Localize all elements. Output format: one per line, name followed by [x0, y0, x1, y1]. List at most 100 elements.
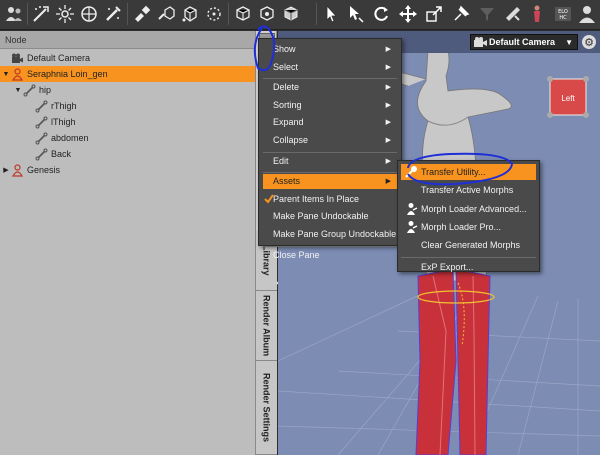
- menu-item-show[interactable]: Show ▶: [263, 42, 397, 57]
- scale-icon[interactable]: [423, 3, 445, 25]
- tab-render-album[interactable]: Render Album: [256, 291, 277, 361]
- menu-item-delete[interactable]: Delete ▶: [263, 80, 397, 95]
- menu-item-make-pane-undockable[interactable]: Make Pane Undockable: [263, 209, 397, 224]
- scene-pane: Node Default Camera ▼ Seraphnia Loin_gen ▼ h…: [0, 31, 255, 455]
- submenu-item-label: Clear Generated Morphs: [421, 240, 521, 251]
- tree-row[interactable]: ▶ Genesis: [0, 162, 255, 178]
- submenu-arrow-icon: ▶: [385, 137, 391, 144]
- cube-move-icon[interactable]: [256, 3, 278, 25]
- menu-item-label: Edit: [273, 155, 289, 166]
- view-cube-label: Left: [561, 94, 575, 103]
- surface-brush-icon[interactable]: [131, 3, 153, 25]
- submenu-arrow-icon: ▶: [385, 157, 391, 165]
- menu-separator: [401, 256, 536, 258]
- render-icon[interactable]: [502, 3, 524, 25]
- menu-item-edit[interactable]: Edit ▶: [263, 154, 397, 169]
- collapsed-arrow-icon[interactable]: ▶: [2, 166, 10, 174]
- menu-item-select[interactable]: Select ▶: [263, 60, 397, 75]
- menu-item-label: Delete: [273, 82, 300, 93]
- tree-row[interactable]: ▼ Seraphnia Loin_gen: [0, 66, 255, 82]
- translate-icon[interactable]: [344, 3, 366, 25]
- menu-item-label: Show: [273, 44, 296, 54]
- expanded-arrow-icon[interactable]: ▼: [14, 87, 22, 94]
- gear-icon[interactable]: ⚙: [582, 35, 596, 49]
- transfer-icon: [404, 165, 418, 179]
- camera-select-label: Default Camera: [489, 37, 556, 47]
- node-weight-icon[interactable]: [78, 3, 100, 25]
- tree-row-label: rThigh: [51, 101, 77, 111]
- tree-row[interactable]: Default Camera: [0, 50, 255, 66]
- region-icon[interactable]: [203, 3, 225, 25]
- bone-icon: [34, 116, 48, 129]
- rotate-icon[interactable]: [370, 3, 392, 25]
- submenu-arrow-icon: ▶: [385, 119, 391, 127]
- menu-item-label: Sorting: [273, 99, 302, 110]
- menu-item-label: Expand: [273, 117, 304, 128]
- menu-item-close-pane[interactable]: Close Pane: [263, 248, 397, 263]
- menu-item-expand[interactable]: Expand ▶: [263, 115, 397, 130]
- scene-column-header[interactable]: Node: [0, 31, 255, 49]
- submenu-item-morph-loader-pro[interactable]: Morph Loader Pro...: [401, 219, 536, 235]
- submenu-item-transfer-utility[interactable]: Transfer Utility...: [401, 164, 536, 180]
- morph-icon: [404, 220, 418, 234]
- cube-rotate-icon[interactable]: [280, 3, 302, 25]
- funnel-icon[interactable]: [476, 3, 498, 25]
- chevron-down-icon: ▼: [565, 37, 573, 47]
- menu-item-label: Select: [273, 61, 299, 72]
- tree-row-label: abdomen: [51, 133, 89, 143]
- submenu-arrow-icon: ▶: [385, 84, 391, 92]
- figure-icon[interactable]: [526, 3, 548, 25]
- move-arrows-icon[interactable]: [397, 3, 419, 25]
- pane-context-menu: Show ▶ Select ▶ Delete ▶ Sorting ▶ Expand ▶ Collap…: [258, 38, 402, 260]
- submenu-arrow-icon: ▶: [385, 63, 391, 71]
- tree-row[interactable]: abdomen: [0, 130, 255, 146]
- cube-select-icon[interactable]: [232, 3, 254, 25]
- submenu-item-label: Morph Loader Advanced...: [421, 203, 527, 214]
- menu-item-label: Collapse: [273, 135, 309, 145]
- universal-icon[interactable]: [54, 3, 76, 25]
- submenu-item-morph-loader-advanced[interactable]: Morph Loader Advanced...: [401, 201, 536, 217]
- pose-tool-icon[interactable]: [102, 3, 124, 25]
- menu-item-assets[interactable]: Assets ▶: [263, 174, 397, 190]
- tree-row[interactable]: rThigh: [0, 98, 255, 114]
- submenu-arrow-icon: ▶: [385, 46, 391, 53]
- tree-row[interactable]: ▼ hip: [0, 82, 255, 98]
- tab-render-settings[interactable]: Render Settings: [256, 361, 277, 455]
- menu-item-collapse[interactable]: Collapse ▶: [263, 133, 397, 148]
- menu-item-label: Parent Items In Place: [273, 193, 360, 204]
- camera-select[interactable]: Default Camera ▼: [470, 34, 578, 50]
- cursor-icon[interactable]: [320, 3, 342, 25]
- main-toolbar: ELO HC: [0, 0, 600, 30]
- transform-icon[interactable]: [30, 3, 52, 25]
- expanded-arrow-icon[interactable]: ▼: [2, 71, 10, 78]
- menu-item-label: Assets: [273, 176, 301, 187]
- menu-item-label: Make Pane Group Undockable: [273, 229, 397, 239]
- submenu-item-label: Morph Loader Pro...: [421, 221, 502, 232]
- geometry-editor-icon[interactable]: [155, 3, 177, 25]
- tree-row[interactable]: lThigh: [0, 114, 255, 130]
- menu-item-parent-items-in-place[interactable]: Parent Items In Place: [263, 192, 397, 207]
- pin-icon[interactable]: [450, 3, 472, 25]
- bone-icon: [22, 84, 36, 97]
- submenu-item-exp-export[interactable]: ExP Export...: [401, 259, 536, 275]
- camera-icon: [10, 52, 24, 65]
- figure-icon: [10, 163, 24, 177]
- assets-submenu: Transfer Utility... Transfer Active Morph…: [397, 160, 540, 272]
- joint-editor-icon[interactable]: [179, 3, 201, 25]
- figure-icon: [10, 67, 24, 81]
- tree-row[interactable]: Back: [0, 146, 255, 162]
- bone-icon: [34, 132, 48, 145]
- iray-icon[interactable]: ELO HC: [552, 3, 574, 25]
- morph-icon: [404, 202, 418, 216]
- people-icon[interactable]: [3, 3, 25, 25]
- tree-row-label: Seraphnia Loin_gen: [27, 69, 108, 79]
- checkmark-icon: [264, 194, 274, 204]
- submenu-item-transfer-active-morphs[interactable]: Transfer Active Morphs: [401, 182, 536, 198]
- camera-icon: [471, 37, 489, 47]
- menu-item-sorting[interactable]: Sorting ▶: [263, 98, 397, 113]
- submenu-item-clear-generated-morphs[interactable]: Clear Generated Morphs: [401, 237, 536, 253]
- submenu-item-label: Transfer Active Morphs: [421, 185, 514, 196]
- menu-item-make-pane-group-undockable[interactable]: Make Pane Group Undockable: [263, 227, 397, 242]
- menu-separator: [263, 151, 397, 153]
- avatar-icon[interactable]: [576, 3, 598, 25]
